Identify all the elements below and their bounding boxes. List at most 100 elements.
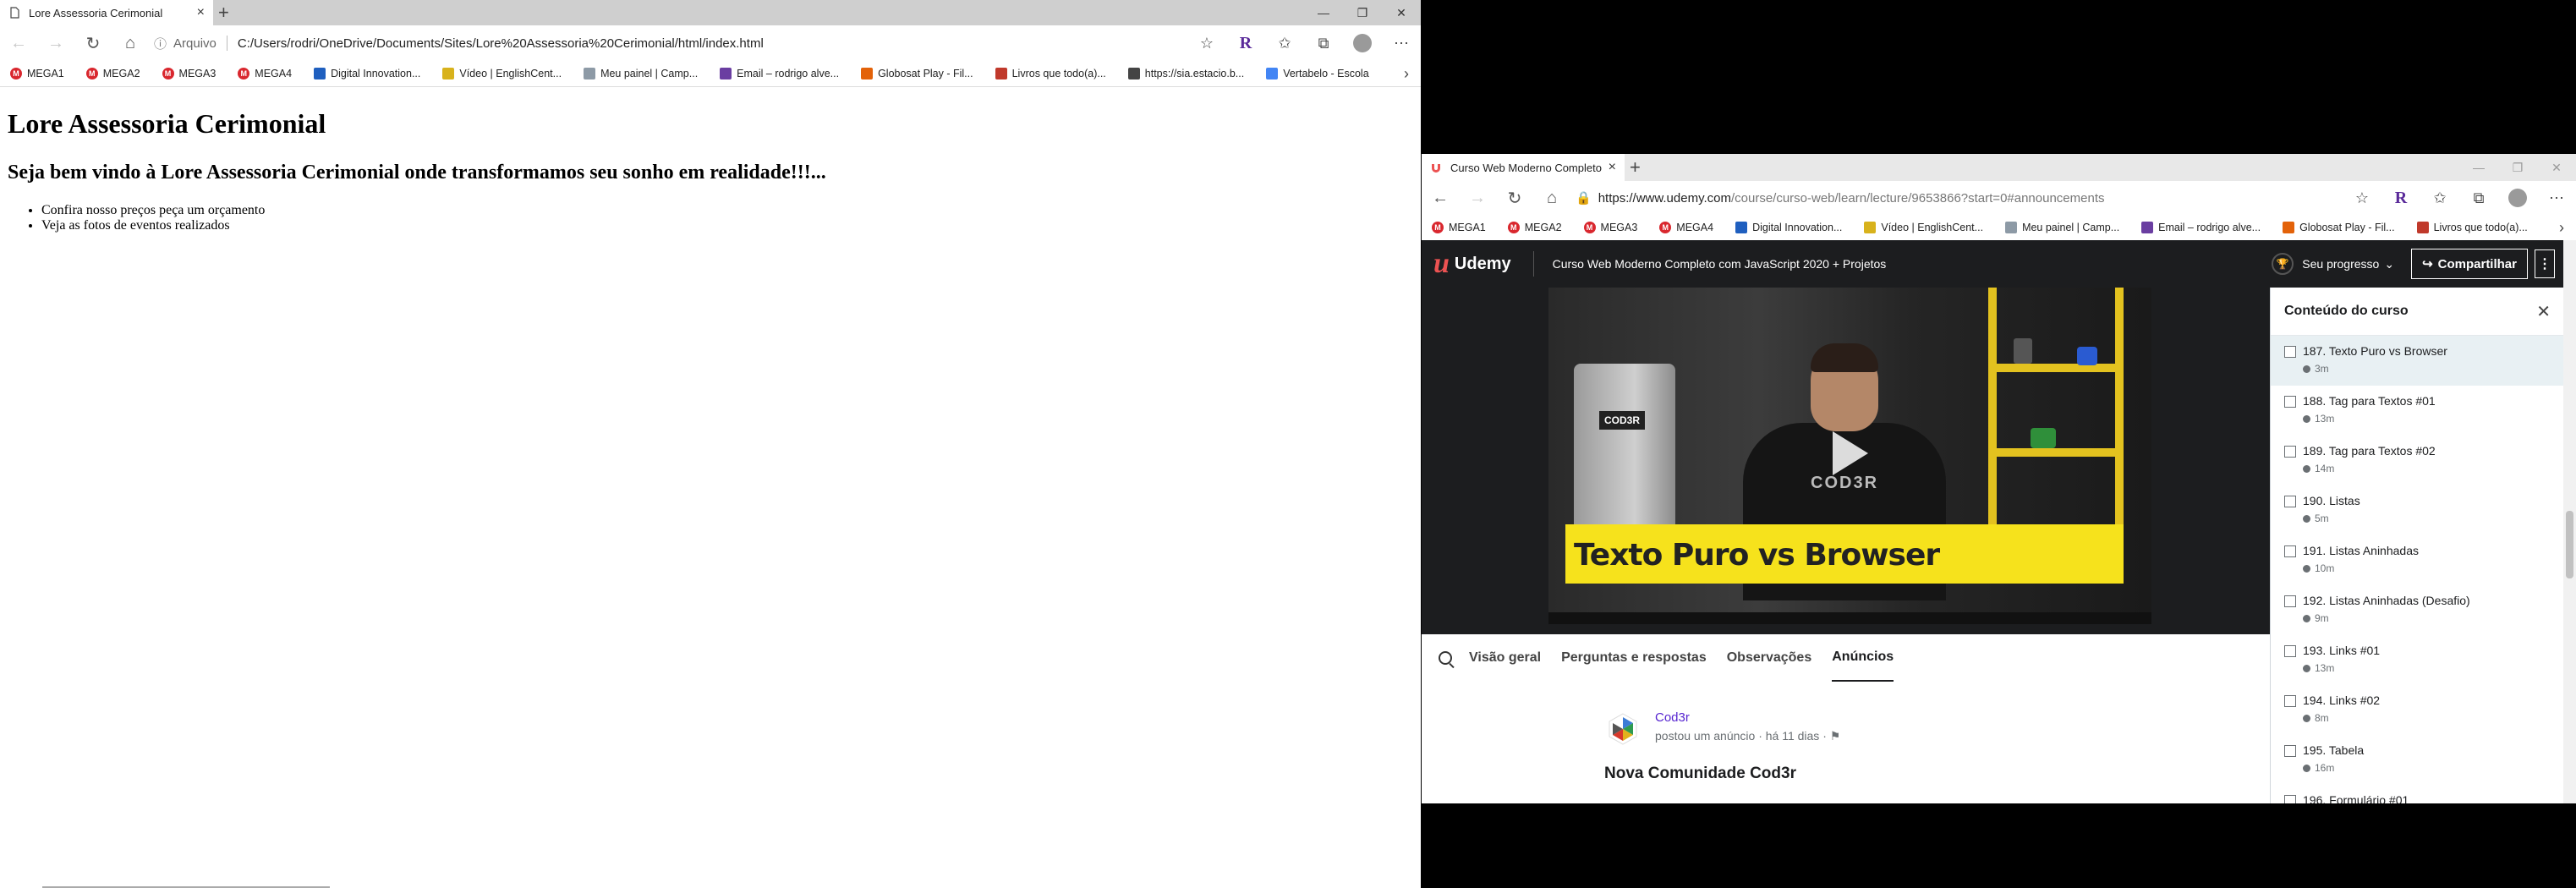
bookmark-item[interactable]: Vídeo | EnglishCent... [1864,222,1983,233]
close-window-button[interactable]: ✕ [1382,0,1421,25]
favorite-star-icon[interactable]: ☆ [1187,35,1226,52]
bookmarks-more-icon[interactable]: › [1404,65,1409,83]
close-sidebar-icon[interactable]: ✕ [2536,301,2551,322]
video-player[interactable]: COD3R COD3R Texto Puro vs Browser [1422,288,2270,634]
forward-button[interactable]: → [37,34,74,53]
lecture-checkbox[interactable] [2284,695,2296,707]
lecture-item[interactable]: 192. Listas Aninhadas (Desafio) 9m [2271,585,2564,635]
tab-announcements[interactable]: Anúncios [1832,634,1894,682]
close-tab-icon[interactable]: × [1609,160,1616,175]
favorites-icon[interactable]: ✩ [2420,189,2459,207]
lecture-checkbox[interactable] [2284,446,2296,458]
favorite-star-icon[interactable]: ☆ [2343,189,2381,207]
lecture-item[interactable]: 188. Tag para Textos #01 13m [2271,386,2564,436]
bookmark-item[interactable]: M MEGA1 [10,68,64,79]
lecture-item[interactable]: 193. Links #01 13m [2271,635,2564,685]
close-window-button[interactable]: ✕ [2537,154,2576,181]
bookmark-item[interactable]: Digital Innovation... [1735,222,1842,233]
bookmark-item[interactable]: M MEGA3 [162,68,216,79]
extension-r-icon[interactable]: R [2381,189,2420,208]
tab-notes[interactable]: Observações [1727,634,1812,682]
lecture-item[interactable]: 196. Formulário #01 [2271,785,2564,803]
lecture-checkbox[interactable] [2284,545,2296,557]
play-icon[interactable] [1833,431,1868,475]
lecture-checkbox[interactable] [2284,745,2296,757]
info-icon[interactable]: ⓘ [154,35,167,52]
bookmark-item[interactable]: M MEGA1 [1432,222,1486,233]
bookmark-item[interactable]: Vertabelo - Escola [1266,68,1369,79]
tab-lore[interactable]: Lore Assessoria Cerimonial × [0,0,213,25]
bookmark-item[interactable]: Livros que todo(a)... [995,68,1106,79]
refresh-button[interactable]: ↻ [1496,188,1533,209]
tab-overview[interactable]: Visão geral [1469,634,1541,682]
favorites-icon[interactable]: ✩ [1265,35,1304,52]
flag-icon[interactable]: ⚑ [1830,729,1841,743]
video-frame[interactable]: COD3R COD3R Texto Puro vs Browser [1548,288,2151,624]
bookmark-item[interactable]: M MEGA2 [85,68,140,79]
page-scrollbar[interactable] [2563,240,2576,803]
lecture-title: 195. Tabela [2303,743,2365,757]
play-circle-icon [2303,614,2310,622]
lecture-item[interactable]: 195. Tabela 16m [2271,735,2564,785]
search-icon[interactable] [1439,651,1452,665]
minimize-button[interactable]: — [2459,154,2498,181]
progress-dropdown[interactable]: 🏆 Seu progresso ⌄ [2272,253,2394,275]
collections-icon[interactable]: ⧉ [1304,35,1343,52]
lecture-checkbox[interactable] [2284,645,2296,657]
lecture-item[interactable]: 189. Tag para Textos #02 14m [2271,436,2564,485]
lecture-checkbox[interactable] [2284,346,2296,358]
announcement-author[interactable]: Cod3r [1655,710,1690,725]
window-controls: — ❐ ✕ [1304,0,1421,25]
home-button[interactable]: ⌂ [1533,189,1570,208]
bookmark-item[interactable]: Vídeo | EnglishCent... [442,68,562,79]
bookmark-item[interactable]: M MEGA3 [1583,222,1637,233]
header-more-button[interactable]: ⋮ [2535,249,2555,278]
collections-icon[interactable]: ⧉ [2459,189,2498,207]
address-bar[interactable]: ⓘ Arquivo C:/Users/rodri/OneDrive/Docume… [154,30,1187,56]
lecture-checkbox[interactable] [2284,595,2296,607]
new-tab-button[interactable]: + [1630,154,1641,181]
profile-avatar[interactable] [2498,189,2537,207]
lecture-item[interactable]: 191. Listas Aninhadas 10m [2271,535,2564,585]
lecture-item[interactable]: 190. Listas 5m [2271,485,2564,535]
tab-udemy[interactable]: Curso Web Moderno Completo × [1422,154,1625,181]
forward-button[interactable]: → [1459,189,1496,208]
restore-button[interactable]: ❐ [1343,0,1382,25]
lecture-item[interactable]: 194. Links #02 8m [2271,685,2564,735]
bookmark-item[interactable]: Globosat Play - Fil... [861,68,973,79]
bookmark-item[interactable]: Digital Innovation... [314,68,420,79]
bookmark-item[interactable]: M MEGA2 [1507,222,1562,233]
extension-r-icon[interactable]: R [1226,34,1265,53]
bookmarks-more-icon[interactable]: › [2559,219,2564,237]
profile-avatar[interactable] [1343,34,1382,52]
bookmark-item[interactable]: Livros que todo(a)... [2416,222,2528,233]
bookmark-item[interactable]: Email – rodrigo alve... [2141,222,2261,233]
new-tab-button[interactable]: + [218,0,229,25]
back-button[interactable]: ← [0,34,37,53]
restore-button[interactable]: ❐ [2498,154,2537,181]
home-button[interactable]: ⌂ [112,34,149,53]
more-menu-icon[interactable]: ⋯ [2537,189,2576,207]
bookmark-item[interactable]: Email – rodrigo alve... [720,68,839,79]
close-tab-icon[interactable]: × [197,5,205,20]
tab-questions[interactable]: Perguntas e respostas [1561,634,1707,682]
refresh-button[interactable]: ↻ [74,33,112,54]
lecture-checkbox[interactable] [2284,795,2296,803]
share-button[interactable]: ↪ Compartilhar [2411,249,2528,279]
bookmark-item[interactable]: Meu painel | Camp... [2005,222,2119,233]
bookmark-item[interactable]: Meu painel | Camp... [584,68,698,79]
lecture-item[interactable]: 187. Texto Puro vs Browser 3m [2271,336,2564,386]
udemy-logo[interactable]: u Udemy [1433,248,1511,280]
more-menu-icon[interactable]: ⋯ [1382,35,1421,52]
bookmark-item[interactable]: M MEGA4 [238,68,292,79]
address-bar[interactable]: 🔒 https://www.udemy.com/course/curso-web… [1576,185,2343,211]
course-title[interactable]: Curso Web Moderno Completo com JavaScrip… [1553,257,1887,271]
minimize-button[interactable]: — [1304,0,1343,25]
bookmark-item[interactable]: Globosat Play - Fil... [2283,222,2395,233]
back-button[interactable]: ← [1422,189,1459,208]
bookmark-item[interactable]: M MEGA4 [1659,222,1713,233]
bookmark-item[interactable]: https://sia.estacio.b... [1127,68,1244,79]
lock-icon[interactable]: 🔒 [1576,190,1592,206]
lecture-checkbox[interactable] [2284,496,2296,507]
lecture-checkbox[interactable] [2284,396,2296,408]
